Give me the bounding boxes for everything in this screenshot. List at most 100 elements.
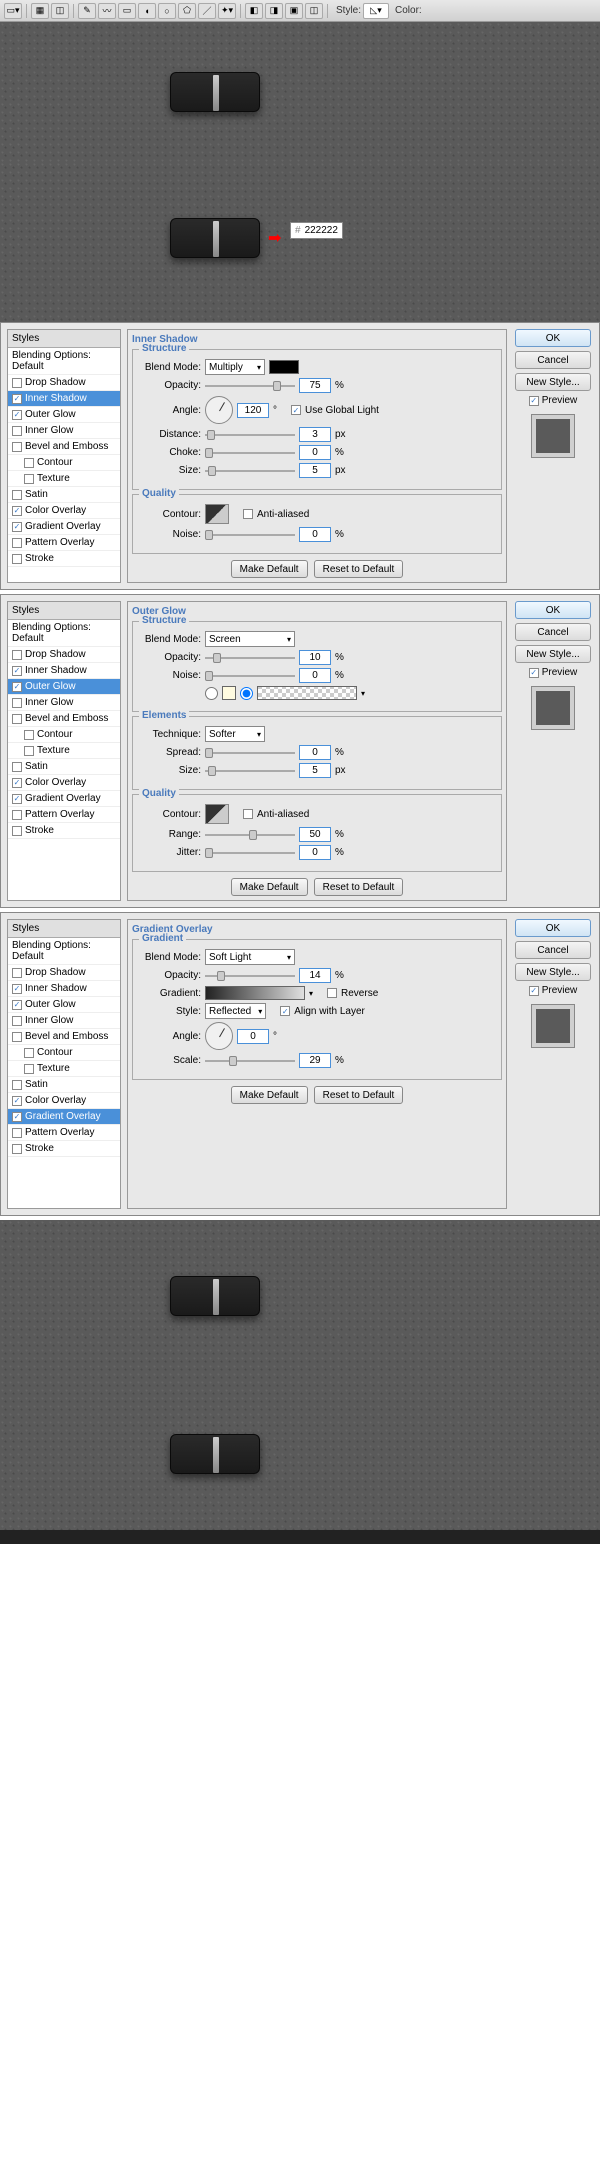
opacity-slider[interactable]	[205, 379, 295, 393]
style-inner-shadow[interactable]: Inner Shadow	[8, 981, 120, 997]
style-stroke[interactable]: Stroke	[8, 823, 120, 839]
style-texture[interactable]: Texture	[8, 1061, 120, 1077]
custom-shape-icon[interactable]: ✦▾	[218, 3, 236, 19]
opacity-input[interactable]: 75	[299, 378, 331, 393]
style-pattern-overlay[interactable]: Pattern Overlay	[8, 535, 120, 551]
blend-mode-dropdown[interactable]: Screen	[205, 631, 295, 647]
combine-icon[interactable]: ◧	[245, 3, 263, 19]
style-contour[interactable]: Contour	[8, 455, 120, 471]
style-color-overlay[interactable]: Color Overlay	[8, 1093, 120, 1109]
subtract-icon[interactable]: ◨	[265, 3, 283, 19]
style-contour[interactable]: Contour	[8, 1045, 120, 1061]
noise-input[interactable]: 0	[299, 527, 331, 542]
opacity-slider[interactable]	[205, 651, 295, 665]
opacity-input[interactable]: 14	[299, 968, 331, 983]
align-checkbox[interactable]	[280, 1006, 290, 1016]
antialiased-checkbox[interactable]	[243, 809, 253, 819]
gradient-swatch[interactable]	[205, 986, 305, 1000]
noise-slider[interactable]	[205, 669, 295, 683]
style-texture[interactable]: Texture	[8, 743, 120, 759]
style-inner-shadow[interactable]: Inner Shadow	[8, 663, 120, 679]
style-dropdown[interactable]: Reflected	[205, 1003, 266, 1019]
style-swatch[interactable]: ◺▾	[363, 3, 389, 19]
path-mode-icon[interactable]: ▦	[31, 3, 49, 19]
size-slider[interactable]	[205, 464, 295, 478]
angle-dial[interactable]	[205, 396, 233, 424]
line-icon[interactable]: ／	[198, 3, 216, 19]
glow-color-swatch[interactable]	[222, 686, 236, 700]
make-default-button[interactable]: Make Default	[231, 878, 308, 896]
angle-input[interactable]: 0	[237, 1029, 269, 1044]
ok-button[interactable]: OK	[515, 329, 591, 347]
size-input[interactable]: 5	[299, 763, 331, 778]
style-inner-glow[interactable]: Inner Glow	[8, 423, 120, 439]
style-pattern-overlay[interactable]: Pattern Overlay	[8, 1125, 120, 1141]
style-color-overlay[interactable]: Color Overlay	[8, 775, 120, 791]
exclude-icon[interactable]: ◫	[305, 3, 323, 19]
opacity-slider[interactable]	[205, 969, 295, 983]
new-style-button[interactable]: New Style...	[515, 373, 591, 391]
path-mode2-icon[interactable]: ◫	[51, 3, 69, 19]
style-outer-glow[interactable]: Outer Glow	[8, 679, 120, 695]
scale-input[interactable]: 29	[299, 1053, 331, 1068]
style-inner-glow[interactable]: Inner Glow	[8, 1013, 120, 1029]
noise-slider[interactable]	[205, 528, 295, 542]
blend-mode-dropdown[interactable]: Multiply	[205, 359, 265, 375]
style-inner-glow[interactable]: Inner Glow	[8, 695, 120, 711]
freeform-icon[interactable]: 〰	[98, 3, 116, 19]
spread-input[interactable]: 0	[299, 745, 331, 760]
style-bevel[interactable]: Bevel and Emboss	[8, 439, 120, 455]
distance-slider[interactable]	[205, 428, 295, 442]
style-stroke[interactable]: Stroke	[8, 551, 120, 567]
blending-options-row[interactable]: Blending Options: Default	[8, 348, 120, 375]
blending-options-row[interactable]: Blending Options: Default	[8, 938, 120, 965]
style-gradient-overlay[interactable]: Gradient Overlay	[8, 791, 120, 807]
opacity-input[interactable]: 10	[299, 650, 331, 665]
reverse-checkbox[interactable]	[327, 988, 337, 998]
technique-dropdown[interactable]: Softer	[205, 726, 265, 742]
shape-preset-dropdown[interactable]: ▭▾	[4, 3, 22, 19]
preview-checkbox[interactable]	[529, 668, 539, 678]
range-slider[interactable]	[205, 828, 295, 842]
new-style-button[interactable]: New Style...	[515, 963, 591, 981]
style-bevel[interactable]: Bevel and Emboss	[8, 1029, 120, 1045]
rounded-rect-icon[interactable]: ◖	[138, 3, 156, 19]
jitter-slider[interactable]	[205, 846, 295, 860]
style-bevel[interactable]: Bevel and Emboss	[8, 711, 120, 727]
pen-icon[interactable]: ✎	[78, 3, 96, 19]
preview-checkbox[interactable]	[529, 986, 539, 996]
style-gradient-overlay[interactable]: Gradient Overlay	[8, 519, 120, 535]
angle-input[interactable]: 120	[237, 403, 269, 418]
preview-checkbox[interactable]	[529, 396, 539, 406]
glow-gradient-radio[interactable]	[240, 687, 253, 700]
size-slider[interactable]	[205, 764, 295, 778]
range-input[interactable]: 50	[299, 827, 331, 842]
use-global-light-checkbox[interactable]	[291, 405, 301, 415]
shadow-color-swatch[interactable]	[269, 360, 299, 374]
style-outer-glow[interactable]: Outer Glow	[8, 997, 120, 1013]
contour-picker[interactable]	[205, 504, 229, 524]
jitter-input[interactable]: 0	[299, 845, 331, 860]
reset-default-button[interactable]: Reset to Default	[314, 1086, 404, 1104]
style-texture[interactable]: Texture	[8, 471, 120, 487]
style-drop-shadow[interactable]: Drop Shadow	[8, 375, 120, 391]
antialiased-checkbox[interactable]	[243, 509, 253, 519]
style-contour[interactable]: Contour	[8, 727, 120, 743]
new-style-button[interactable]: New Style...	[515, 645, 591, 663]
intersect-icon[interactable]: ▣	[285, 3, 303, 19]
style-inner-shadow[interactable]: Inner Shadow	[8, 391, 120, 407]
noise-input[interactable]: 0	[299, 668, 331, 683]
style-satin[interactable]: Satin	[8, 487, 120, 503]
size-input[interactable]: 5	[299, 463, 331, 478]
style-satin[interactable]: Satin	[8, 759, 120, 775]
glow-gradient-swatch[interactable]	[257, 686, 357, 700]
style-color-overlay[interactable]: Color Overlay	[8, 503, 120, 519]
ok-button[interactable]: OK	[515, 919, 591, 937]
contour-picker[interactable]	[205, 804, 229, 824]
style-gradient-overlay[interactable]: Gradient Overlay	[8, 1109, 120, 1125]
reset-default-button[interactable]: Reset to Default	[314, 560, 404, 578]
style-drop-shadow[interactable]: Drop Shadow	[8, 965, 120, 981]
style-outer-glow[interactable]: Outer Glow	[8, 407, 120, 423]
cancel-button[interactable]: Cancel	[515, 351, 591, 369]
cancel-button[interactable]: Cancel	[515, 941, 591, 959]
